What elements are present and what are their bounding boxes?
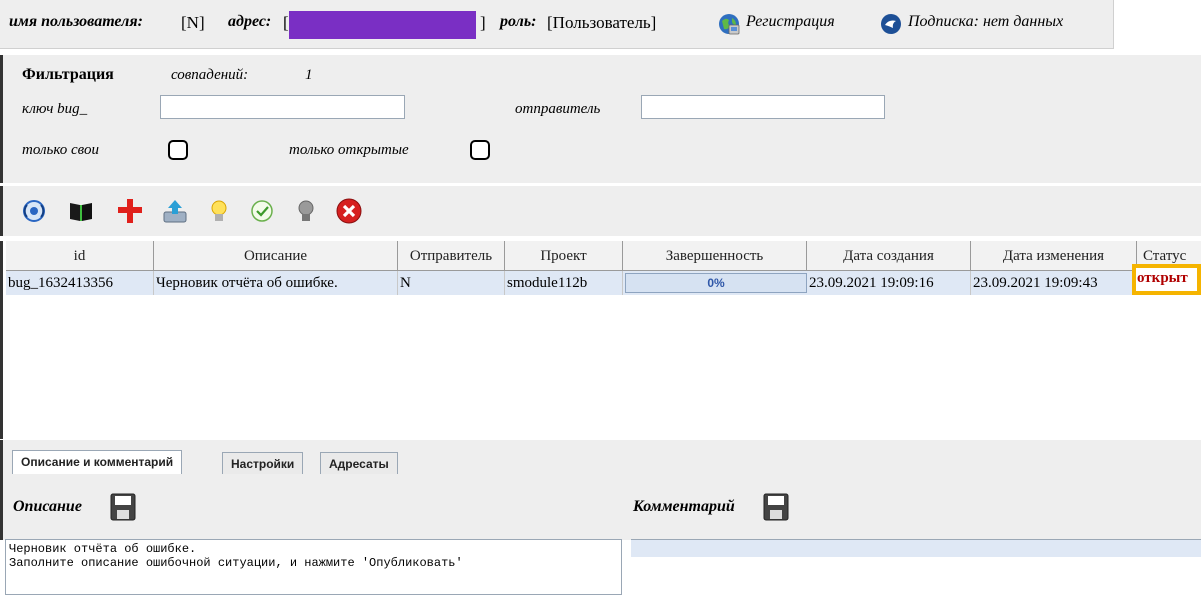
address-redacted	[289, 11, 476, 39]
sender-label: отправитель	[515, 101, 601, 117]
role-label: роль:	[500, 13, 537, 30]
column-header-modified[interactable]: Дата изменения	[971, 241, 1137, 271]
only-mine-label: только свои	[22, 142, 99, 158]
user-info-bar: имя пользователя: [N] адрес: [ ] роль: […	[0, 0, 1114, 49]
username-value: [N]	[181, 13, 205, 32]
tab-recipients[interactable]: Адресаты	[320, 452, 398, 474]
refresh-icon[interactable]	[20, 197, 48, 225]
column-header-id[interactable]: id	[6, 241, 154, 271]
only-mine-checkbox[interactable]	[168, 140, 188, 160]
description-panel-header: Описание	[0, 474, 629, 540]
description-textarea[interactable]: Черновик отчёта об ошибке. Заполните опи…	[5, 539, 622, 595]
sender-input[interactable]	[641, 95, 885, 119]
cell-project: smodule112b	[505, 271, 623, 295]
filter-panel: Фильтрация совпадений: 1 ключ bug_ отпра…	[0, 55, 1201, 183]
globe-icon	[719, 14, 740, 35]
delete-icon[interactable]	[335, 197, 363, 225]
matches-label: совпадений:	[171, 67, 249, 83]
tab-description-and-comment[interactable]: Описание и комментарий	[12, 450, 183, 474]
column-header-project[interactable]: Проект	[505, 241, 623, 271]
only-open-label: только открытые	[289, 142, 409, 158]
comment-current-line	[631, 540, 1201, 557]
bug-key-label: ключ bug_	[22, 101, 88, 117]
register-link[interactable]: Регистрация	[746, 13, 835, 31]
comment-title: Комментарий	[633, 498, 735, 515]
add-icon[interactable]	[116, 197, 144, 225]
bulb-on-icon[interactable]	[205, 197, 233, 225]
tab-settings[interactable]: Настройки	[222, 452, 304, 474]
status-cell-highlight[interactable]: открыт	[1132, 264, 1201, 295]
bug-key-input[interactable]	[160, 95, 405, 119]
matches-count: 1	[305, 67, 313, 83]
save-comment-icon[interactable]	[763, 493, 789, 521]
cell-modified: 23.09.2021 19:09:43	[971, 271, 1137, 295]
column-header-description[interactable]: Описание	[154, 241, 398, 271]
subscription-status[interactable]: Подписка: нет данных	[908, 13, 1063, 31]
address-label: адрес:	[228, 13, 272, 30]
cell-status: открыт	[1137, 270, 1188, 286]
role-value: [Пользователь]	[547, 13, 657, 32]
toolbar	[0, 186, 1201, 236]
column-header-completeness[interactable]: Завершенность	[623, 241, 807, 271]
bug-table: id Описание Отправитель Проект Завершенн…	[0, 241, 1201, 439]
description-title: Описание	[13, 498, 82, 515]
address-open-bracket: [	[283, 13, 289, 32]
filter-title: Фильтрация	[22, 66, 114, 83]
only-open-checkbox[interactable]	[470, 140, 490, 160]
check-icon[interactable]	[248, 197, 276, 225]
cell-created: 23.09.2021 19:09:16	[807, 271, 971, 295]
column-header-created[interactable]: Дата создания	[807, 241, 971, 271]
open-book-icon[interactable]	[67, 197, 95, 225]
cell-id: bug_1632413356	[6, 271, 154, 295]
bulb-off-icon[interactable]	[292, 197, 320, 225]
subscription-icon	[881, 14, 901, 34]
username-label: имя пользователя:	[9, 13, 143, 30]
completeness-progress-bar: 0%	[625, 273, 807, 293]
address-close-bracket: ]	[480, 13, 486, 32]
save-description-icon[interactable]	[110, 493, 136, 521]
comment-textarea[interactable]	[631, 539, 1201, 596]
cell-sender: N	[398, 271, 505, 295]
upload-icon[interactable]	[161, 197, 189, 225]
comment-panel-header: Комментарий	[627, 474, 1201, 540]
detail-tabs: Описание и комментарий Настройки Адресат…	[0, 440, 1201, 474]
column-header-sender[interactable]: Отправитель	[398, 241, 505, 271]
cell-description: Черновик отчёта об ошибке.	[154, 271, 398, 295]
